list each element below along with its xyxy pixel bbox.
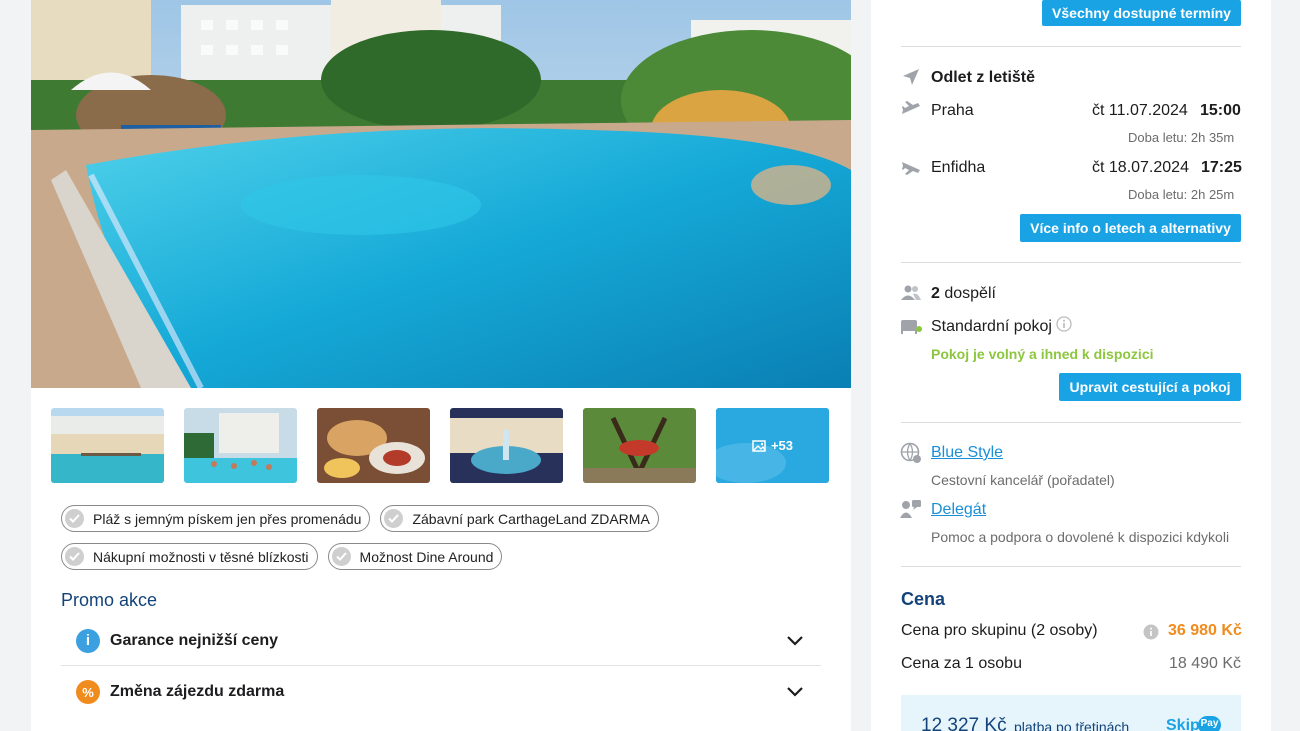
hotel-gallery-card: +53 Pláž s jemným pískem jen přes promen…: [31, 0, 851, 731]
thumbnail-beach-image: [51, 408, 164, 483]
price-title: Cena: [901, 589, 946, 609]
thumbnail-buffet[interactable]: [317, 408, 430, 483]
chevron-down-icon: [787, 687, 803, 697]
outbound-date: čt 11.07.2024: [1092, 102, 1188, 119]
divider: [901, 262, 1241, 263]
thumbnail-pool-party-image: [184, 408, 297, 483]
promo-item-label: Změna zájezdu zdarma: [110, 683, 285, 700]
inbound-time: 17:25: [1201, 159, 1242, 176]
promo-item-label: Garance nejnižší ceny: [110, 631, 279, 649]
flights-more-info-button[interactable]: Více info o letech a alternativy: [1020, 214, 1241, 242]
feature-tag-label: Zábavní park CarthageLand ZDARMA: [412, 510, 650, 527]
skippay-amount: 12 327 Kč: [921, 715, 1007, 731]
divider: [901, 566, 1241, 567]
inbound-date: čt 18.07.2024: [1092, 159, 1189, 176]
navigation-arrow-icon: [903, 69, 919, 85]
per-person-label: Cena za 1 osobu: [901, 655, 1022, 672]
thumbnail-amusement-park[interactable]: [583, 408, 696, 483]
info-icon[interactable]: [1056, 316, 1072, 332]
hero-pool-image: [31, 0, 851, 388]
bed-icon: [901, 320, 922, 334]
feature-tag: Zábavní park CarthageLand ZDARMA: [380, 505, 659, 532]
edit-travellers-button[interactable]: Upravit cestující a pokoj: [1059, 373, 1241, 401]
skippay-text: platba po třetinách: [1014, 719, 1130, 731]
thumbnail-buffet-image: [317, 408, 430, 483]
travellers-count: 2: [931, 285, 940, 302]
divider: [901, 46, 1241, 47]
thumbnail-strip: +53: [51, 408, 829, 483]
booking-summary-card: Všechny dostupné termíny Odlet z letiště…: [871, 0, 1271, 731]
delegate-desc: Pomoc a podpora o dovolené k dispozici k…: [931, 529, 1230, 545]
travellers-summary: 2 dospělí: [931, 285, 996, 303]
skippay-banner[interactable]: 12 327 Kč platba po třetinách Skip Pay: [901, 695, 1241, 731]
check-icon: [65, 509, 84, 528]
check-icon: [384, 509, 404, 528]
globe-icon: [900, 442, 921, 463]
check-icon: [65, 547, 84, 566]
room-type: Standardní pokoj: [931, 318, 1052, 335]
info-icon: i: [76, 628, 100, 653]
delegate-link[interactable]: Delegát: [931, 501, 986, 519]
per-person-value: 18 490 Kč: [1169, 655, 1242, 672]
promo-item-free-change[interactable]: % Změna zájezdu zdarma: [61, 667, 821, 717]
room-availability: Pokoj je volný a ihned k dispozici: [931, 346, 1154, 362]
all-terms-button[interactable]: Všechny dostupné termíny: [1042, 0, 1241, 26]
image-icon: [752, 439, 766, 452]
feature-tag: Nákupní možnosti v těsné blízkosti: [61, 543, 318, 570]
support-agent-icon: [900, 500, 921, 518]
promo-title: Promo akce: [61, 590, 158, 610]
outbound-city: Praha: [931, 102, 974, 119]
organizer-link[interactable]: Blue Style: [931, 444, 1003, 462]
skippay-logo: Skip: [1166, 717, 1200, 731]
thumbnail-amusement-park-image: [583, 408, 696, 483]
hero-photo[interactable]: [31, 0, 851, 388]
gallery-more-content: +53: [752, 438, 793, 453]
thumbnail-courtyard-image: [450, 408, 563, 483]
thumbnail-beach[interactable]: [51, 408, 164, 483]
skippay-logo-badge: Pay: [1198, 716, 1221, 731]
group-price-label: Cena pro skupinu (2 osoby): [901, 622, 1098, 639]
feature-tag-label: Nákupní možnosti v těsné blízkosti: [93, 548, 309, 565]
feature-tags: Pláž s jemným pískem jen přes promenádu …: [61, 505, 801, 570]
info-icon[interactable]: [1143, 624, 1159, 640]
plane-landing-icon: [902, 162, 920, 175]
group-price-value: 36 980 Kč: [1168, 622, 1242, 639]
check-icon: [331, 547, 351, 566]
travellers-label: dospělí: [944, 285, 996, 302]
feature-tag-label: Možnost Dine Around: [359, 548, 494, 565]
flights-header: Odlet z letiště: [931, 69, 1036, 86]
thumbnail-courtyard[interactable]: [450, 408, 563, 483]
outbound-time: 15:00: [1200, 102, 1241, 119]
inbound-duration: Doba letu: 2h 25m: [1128, 187, 1235, 202]
feature-tag-label: Pláž s jemným pískem jen přes promenádu: [93, 510, 362, 527]
feature-tag: Pláž s jemným pískem jen přes promenádu: [61, 505, 371, 532]
promo-item-price-guarantee[interactable]: i Garance nejnižší ceny: [61, 616, 821, 666]
outbound-duration: Doba letu: 2h 35m: [1128, 130, 1235, 145]
plane-takeoff-icon: [902, 101, 920, 114]
thumbnail-pool-party[interactable]: [184, 408, 297, 483]
divider: [901, 422, 1241, 423]
people-icon: [901, 285, 921, 300]
organizer-desc: Cestovní kancelář (pořadatel): [931, 472, 1115, 488]
feature-tag: Možnost Dine Around: [327, 543, 503, 570]
gallery-more-count: +53: [770, 438, 794, 453]
chevron-down-icon: [787, 635, 803, 646]
gallery-more-button[interactable]: +53: [716, 408, 829, 483]
percent-icon: %: [76, 680, 100, 704]
inbound-city: Enfidha: [931, 159, 986, 176]
